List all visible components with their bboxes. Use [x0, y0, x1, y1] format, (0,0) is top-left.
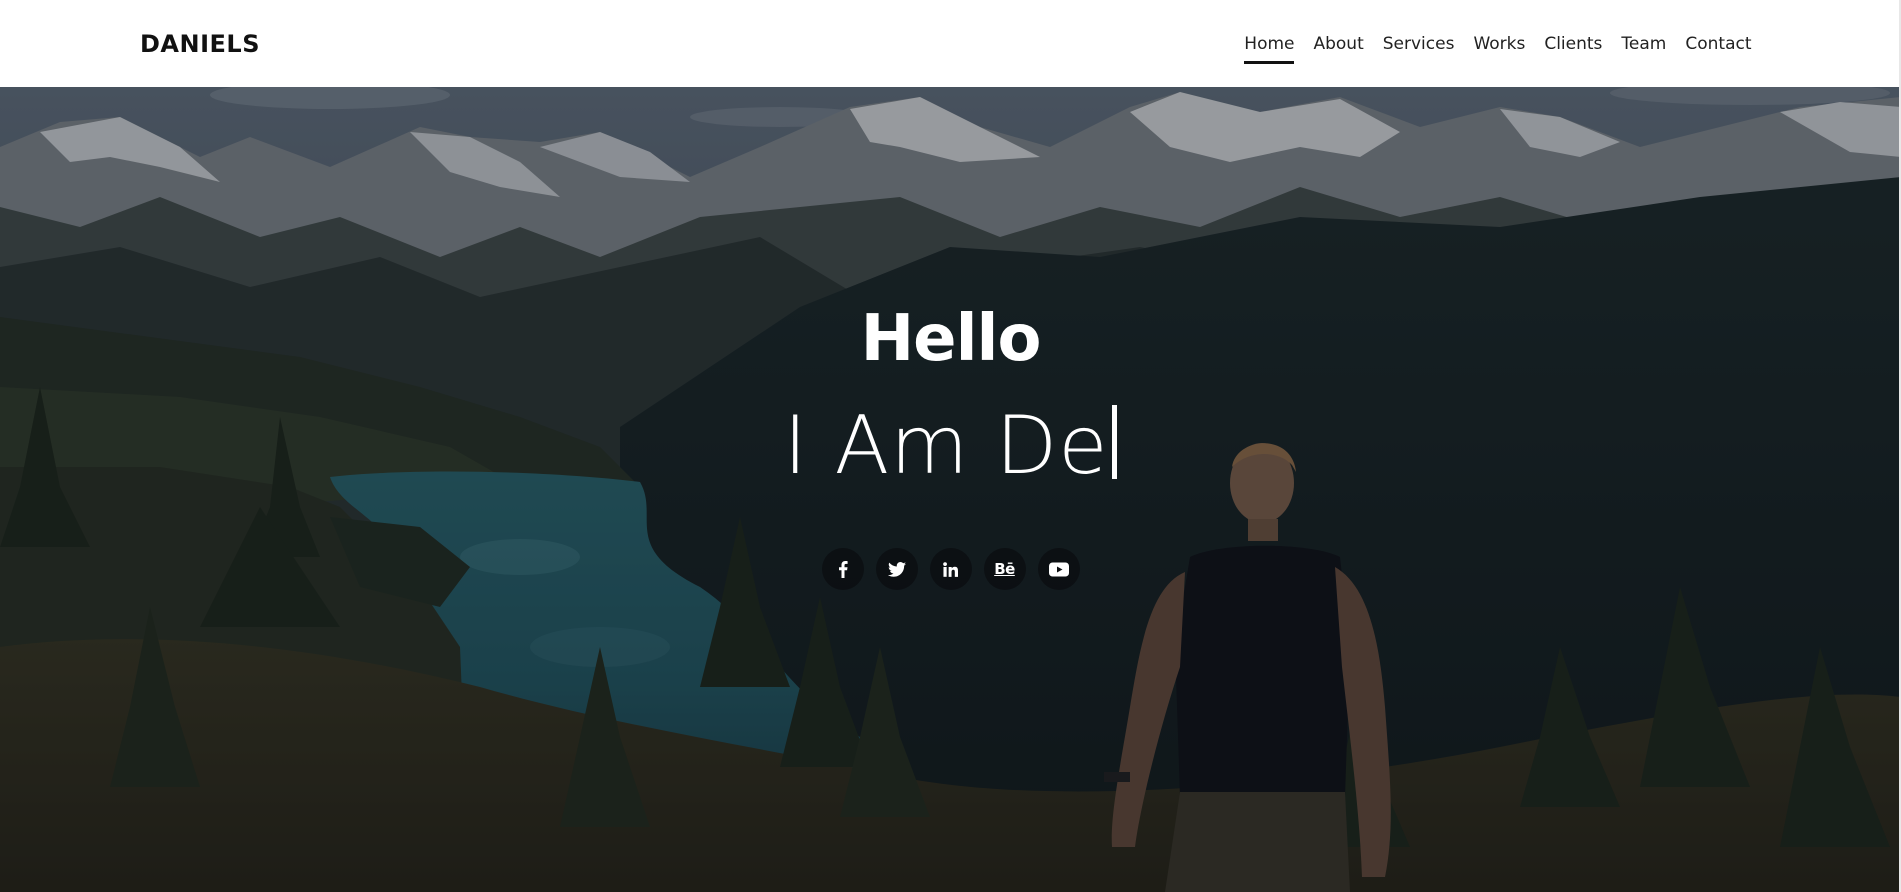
hero-greeting: Hello [860, 302, 1042, 376]
facebook-icon [838, 560, 848, 578]
nav-link-clients[interactable]: Clients [1535, 29, 1612, 59]
hero-typed-text: I Am De [783, 399, 1109, 492]
nav-link-services[interactable]: Services [1373, 29, 1464, 59]
site-header: DANIELS Home About Services Works Client… [0, 0, 1901, 87]
brand-logo[interactable]: DANIELS [140, 30, 260, 58]
facebook-link[interactable] [821, 548, 864, 590]
linkedin-link[interactable] [929, 548, 972, 590]
twitter-icon [887, 561, 906, 577]
hero-section: Hello I Am De Bē [0, 87, 1901, 892]
hero-content: Hello I Am De Bē [0, 87, 1901, 892]
behance-link[interactable]: Bē [983, 548, 1026, 590]
behance-icon: Bē [994, 560, 1015, 578]
linkedin-icon [943, 561, 958, 577]
nav-link-about[interactable]: About [1304, 29, 1373, 59]
nav-link-home[interactable]: Home [1235, 29, 1304, 64]
page: DANIELS Home About Services Works Client… [0, 0, 1901, 892]
nav-link-works[interactable]: Works [1464, 29, 1535, 59]
main-nav: Home About Services Works Clients Team C… [1235, 29, 1761, 64]
hero-typed-line: I Am De [0, 399, 1901, 492]
typing-cursor [1112, 405, 1118, 479]
social-links: Bē [0, 548, 1901, 590]
twitter-link[interactable] [875, 548, 918, 590]
nav-link-team[interactable]: Team [1612, 29, 1676, 59]
nav-link-contact[interactable]: Contact [1676, 29, 1761, 59]
youtube-icon [1048, 562, 1069, 576]
youtube-link[interactable] [1037, 548, 1080, 590]
